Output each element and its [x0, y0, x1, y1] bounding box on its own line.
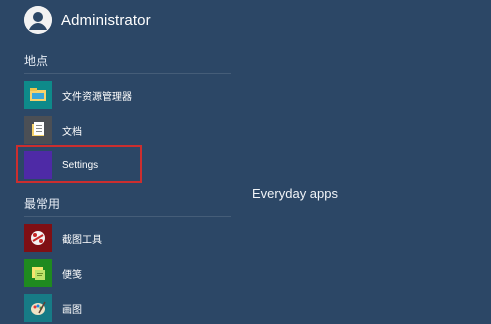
settings-highlight-outline: [16, 145, 142, 183]
file-explorer-icon: [24, 81, 52, 109]
app-label: 文档: [62, 126, 82, 138]
sticky-notes-icon: [24, 259, 52, 287]
user-avatar-icon: [24, 6, 52, 34]
paint-icon: [24, 294, 52, 322]
app-item-file-explorer[interactable]: 文件资源管理器: [24, 81, 231, 109]
user-name: Administrator: [61, 11, 151, 29]
tile-group-title[interactable]: Everyday apps: [252, 186, 338, 201]
app-item-snipping-tool[interactable]: 截图工具: [24, 224, 231, 252]
app-label: 文件资源管理器: [62, 91, 132, 103]
app-label: 便笺: [62, 269, 82, 281]
app-item-sticky-notes[interactable]: 便笺: [24, 259, 231, 287]
app-item-paint[interactable]: 画图: [24, 294, 231, 322]
app-label: 截图工具: [62, 234, 102, 246]
section-title-places: 地点: [24, 54, 49, 68]
section-title-most-used: 最常用: [24, 197, 61, 211]
app-item-documents[interactable]: 文档: [24, 116, 231, 144]
user-profile[interactable]: Administrator: [24, 5, 151, 35]
app-label: 画图: [62, 304, 82, 316]
section-divider: [24, 216, 231, 217]
snipping-tool-icon: [24, 224, 52, 252]
section-divider: [24, 73, 231, 74]
documents-icon: [24, 116, 52, 144]
